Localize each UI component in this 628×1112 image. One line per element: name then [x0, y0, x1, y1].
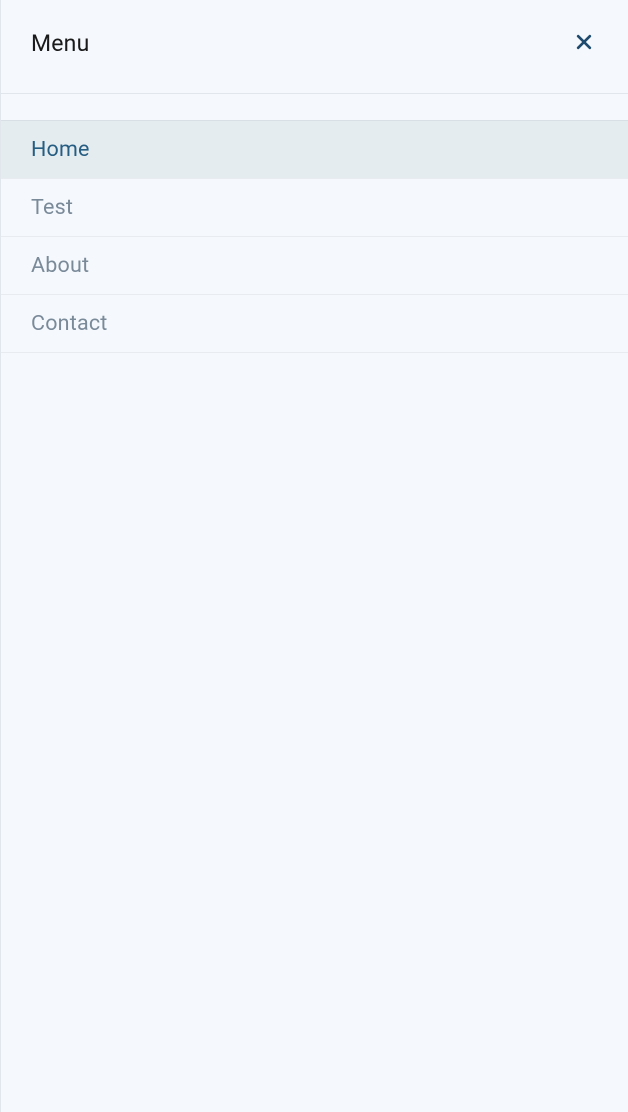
- nav-item-label: Contact: [31, 311, 108, 336]
- nav-item-home[interactable]: Home: [1, 120, 628, 179]
- nav-item-contact[interactable]: Contact: [1, 295, 628, 353]
- nav-item-label: About: [31, 253, 89, 278]
- nav-item-label: Test: [31, 195, 73, 220]
- close-icon: [574, 32, 594, 55]
- drawer-title: Menu: [31, 30, 89, 57]
- drawer-header: Menu: [1, 0, 628, 94]
- nav-item-label: Home: [31, 137, 90, 162]
- close-button[interactable]: [570, 28, 598, 59]
- nav-item-about[interactable]: About: [1, 237, 628, 295]
- nav-item-test[interactable]: Test: [1, 179, 628, 237]
- nav-list: Home Test About Contact: [1, 120, 628, 353]
- menu-drawer: Menu Home Test About Contact: [0, 0, 628, 1112]
